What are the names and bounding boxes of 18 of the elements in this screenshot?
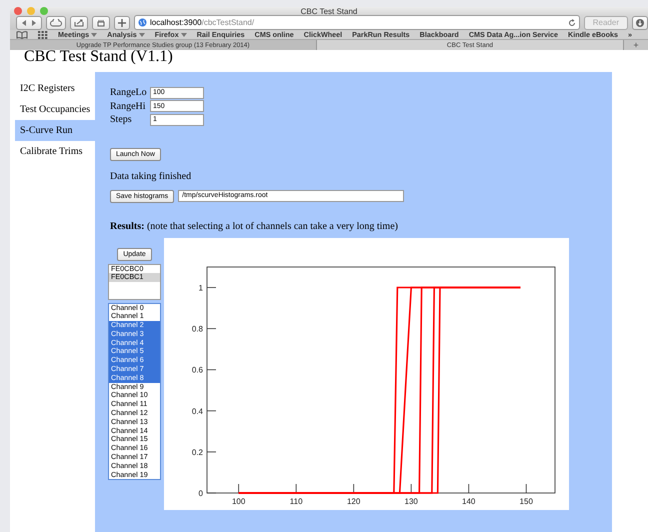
tick-label: 120 bbox=[347, 496, 360, 506]
tick-label: 0.8 bbox=[192, 324, 203, 334]
window-title: CBC Test Stand bbox=[300, 7, 358, 16]
tick-label: 100 bbox=[232, 496, 246, 506]
tick-label: 0.2 bbox=[192, 447, 203, 456]
tick-label: 0 bbox=[198, 488, 203, 498]
status-text: Data taking finished bbox=[110, 170, 192, 182]
results-text: Results: (note that selecting a lot of channels can take a very long time) bbox=[110, 220, 399, 232]
tick-label: 140 bbox=[462, 496, 476, 506]
field-label: RangeLo bbox=[110, 87, 148, 98]
tick-label: 130 bbox=[404, 496, 418, 506]
field-label: RangeHi bbox=[110, 100, 147, 112]
tick-label: 150 bbox=[520, 496, 533, 506]
tick-label: 0.4 bbox=[192, 406, 203, 416]
tick-label: 1 bbox=[198, 283, 203, 292]
field-label: Steps bbox=[110, 114, 133, 126]
tick-label: 0.6 bbox=[192, 365, 203, 374]
tick-label: 110 bbox=[290, 496, 303, 506]
